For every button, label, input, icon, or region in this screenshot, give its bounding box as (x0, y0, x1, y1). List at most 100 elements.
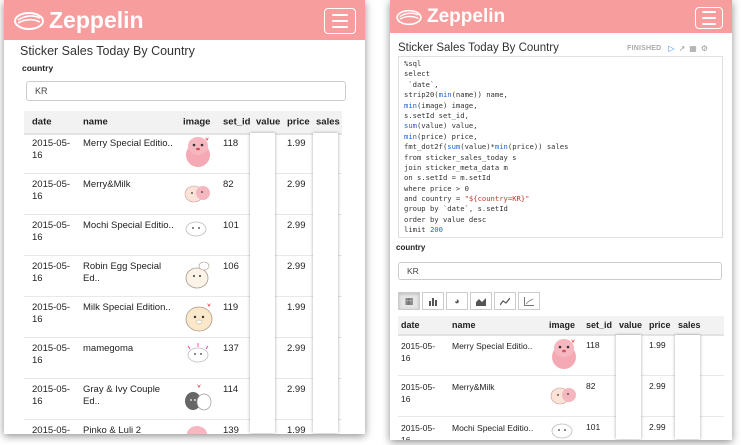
table-row: 2015-05- 16 Merry&Milk 82 2.99 (24, 174, 342, 215)
notebook-panel-mobile: Zeppelin Sticker Sales Today By Country … (4, 0, 365, 434)
area-chart-icon[interactable] (470, 292, 492, 310)
zeppelin-logo-icon (396, 9, 422, 25)
cell-set-id: 119 (223, 302, 239, 313)
zeppelin-logo-icon (14, 11, 44, 30)
date-part: 16 (32, 355, 43, 366)
code-line: from sticker_sales_today s (404, 152, 517, 162)
table-row: 2015-05- 16 Milk Special Edition.. 119 1.99 (24, 297, 342, 338)
col-sales[interactable]: sales (678, 320, 701, 330)
sticker-image (549, 419, 575, 440)
code-line: sum(value) value, (404, 121, 478, 131)
code-line: fmt_dot2f(sum(value)*min(price)) sales (404, 142, 569, 152)
gear-icon[interactable]: ⚙ (701, 44, 708, 53)
table-row: 2015-05- 16 mamegoma 137 2.99 (24, 338, 342, 379)
date-part: 2015-05- (401, 341, 436, 351)
col-name[interactable]: name (83, 117, 108, 128)
col-sales[interactable]: sales (316, 117, 340, 128)
hamburger-menu-button[interactable] (324, 8, 356, 34)
date-part: 16 (32, 273, 43, 284)
col-value[interactable]: value (256, 117, 280, 128)
date-part: 16 (401, 394, 411, 404)
cell-date: 2015-05-16 (32, 220, 70, 244)
table-row: 2015-05- 16 Mochi Special Editio.. 101 2.99 (24, 215, 342, 256)
scatter-chart-icon[interactable] (518, 292, 540, 310)
value-column-fill (250, 133, 275, 433)
table-icon[interactable]: ▦ (689, 44, 697, 53)
cell-price: 2.99 (649, 422, 666, 432)
date-part: 2015-05- (401, 382, 436, 392)
code-line: join sticker_meta_data m (404, 162, 508, 172)
date-part: 2015-05- (32, 220, 71, 231)
cell-price: 2.99 (649, 381, 666, 391)
country-input[interactable]: KR (26, 81, 346, 101)
navbar: Zeppelin (390, 0, 732, 33)
expand-icon[interactable]: ↗ (679, 44, 686, 53)
code-line: group by `date`, s.setId (404, 204, 508, 214)
cell-set-id: 118 (586, 340, 600, 350)
run-icon[interactable]: ▷ (668, 44, 674, 53)
brand-name: Zeppelin (427, 6, 506, 27)
cell-set-id: 101 (586, 422, 601, 432)
cell-name: Gray & Ivy Couple Ed.. (83, 384, 161, 407)
code-line: where price > 0 (404, 183, 469, 193)
cell-name: Mochi Special Editio.. (83, 220, 174, 231)
pie-chart-icon[interactable]: ◕ (446, 292, 468, 310)
country-label: country (22, 63, 54, 73)
col-name[interactable]: name (452, 320, 476, 330)
date-part: 16 (32, 232, 43, 243)
bar-chart-icon[interactable] (422, 292, 444, 310)
navbar: Zeppelin (4, 0, 365, 40)
col-date[interactable]: date (401, 320, 420, 330)
col-set-id[interactable]: set_id (586, 320, 612, 330)
col-set-id[interactable]: set_id (223, 117, 250, 128)
cell-name: Merry Special Editio.. (452, 341, 533, 351)
sticker-image (183, 258, 213, 293)
code-line: order by value desc (404, 214, 487, 224)
sticker-image (183, 340, 213, 367)
col-date[interactable]: date (32, 117, 52, 128)
cell-price: 1.99 (649, 340, 666, 350)
col-price[interactable]: price (287, 117, 310, 128)
col-image[interactable]: image (549, 320, 575, 330)
col-value[interactable]: value (619, 320, 642, 330)
cell-name: Pinko & Luli 2 (83, 425, 142, 434)
status-badge: FINISHED (627, 45, 662, 52)
table-view-icon[interactable]: ▦ (398, 292, 420, 310)
date-part: 16 (32, 396, 43, 407)
col-image[interactable]: image (183, 117, 210, 128)
cell-name: Merry&Milk (83, 179, 131, 190)
line-chart-icon[interactable] (494, 292, 516, 310)
notebook-panel-code: Zeppelin Sticker Sales Today By Country … (390, 0, 732, 440)
brand[interactable]: Zeppelin (396, 6, 505, 28)
cell-date: 2015-05- 16 (401, 381, 435, 405)
country-label: country (396, 243, 426, 252)
cell-date: 2015-05-16 (32, 138, 70, 162)
date-part: 2015-05- (32, 384, 71, 395)
value-column-fill (616, 335, 641, 439)
code-editor[interactable]: %sql select `date`, strip20(min(name)) nam… (398, 56, 723, 238)
visualization-toolbar: ▦ ◕ (398, 292, 542, 310)
cell-price: 1.99 (287, 425, 306, 434)
code-line: on s.setId = m.setId (404, 173, 491, 183)
hamburger-menu-button[interactable] (695, 7, 723, 29)
date-part: 2015-05- (32, 425, 71, 434)
cell-name: mamegoma (83, 343, 134, 354)
code-line: `date`, (404, 79, 439, 89)
cell-price: 1.99 (287, 302, 306, 313)
sticker-image (183, 299, 215, 336)
code-line: and country = "${country=KR}" (404, 194, 530, 204)
brand-name: Zeppelin (49, 7, 144, 33)
cell-price: 2.99 (287, 261, 306, 272)
cell-set-id: 82 (586, 381, 596, 391)
cell-price: 2.99 (287, 384, 306, 395)
table-header: date name image set_id value price sales (398, 316, 724, 336)
code-line: limit 200 (404, 225, 443, 235)
cell-price: 2.99 (287, 179, 306, 190)
cell-date: 2015-05-16 (32, 425, 70, 434)
code-line: %sql (404, 59, 422, 68)
col-price[interactable]: price (649, 320, 671, 330)
brand[interactable]: Zeppelin (14, 7, 144, 34)
country-input[interactable]: KR (398, 262, 722, 280)
cell-date: 2015-05-16 (32, 179, 70, 203)
cell-name: Merry Special Editio.. (83, 138, 173, 149)
